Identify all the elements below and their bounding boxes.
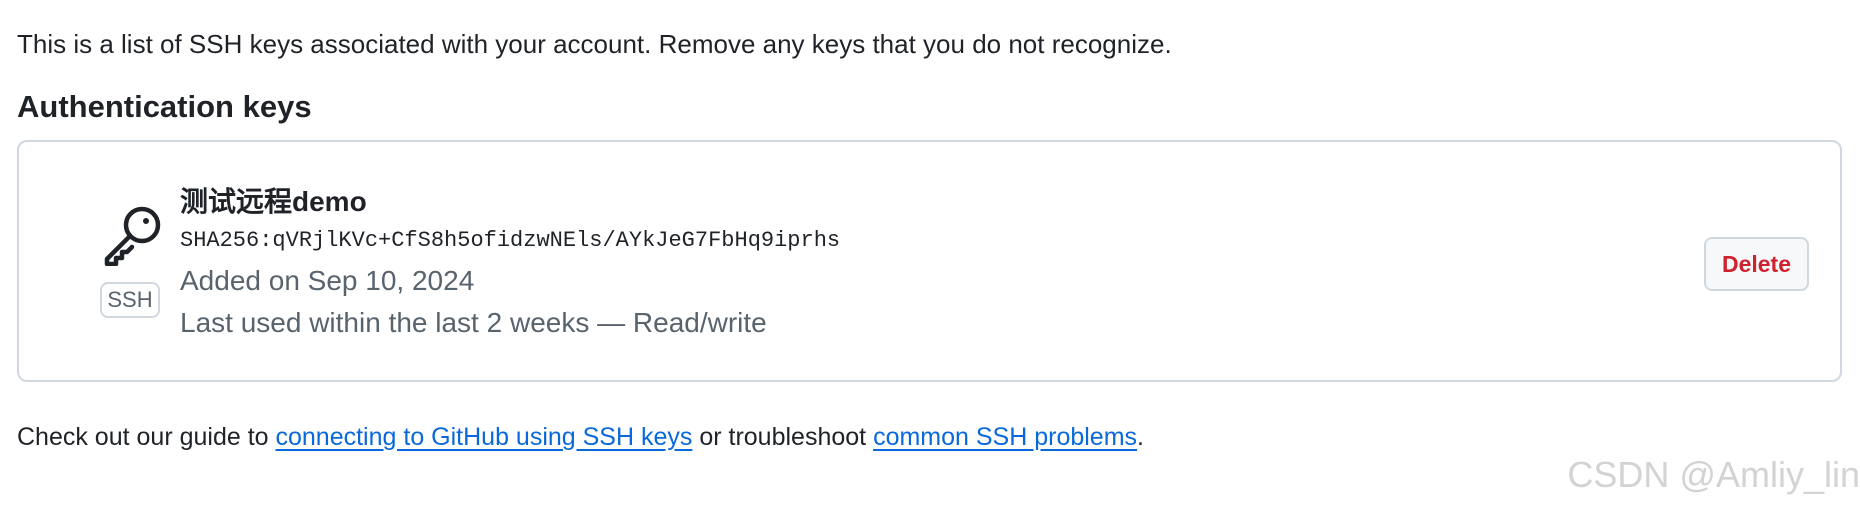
key-added-date: Added on Sep 10, 2024 [180,265,475,296]
delete-key-button[interactable]: Delete [1704,237,1809,291]
key-icon [104,206,161,266]
section-heading: Authentication keys [17,89,312,124]
key-fingerprint: SHA256:qVRjlKVc+CfS8h5ofidzwNEls/AYkJeG7… [180,228,841,253]
ssh-key-item: SSH 测试远程demo SHA256:qVRjlKVc+CfS8h5ofidz… [17,140,1842,382]
key-title: 测试远程demo [180,186,367,217]
footer-prefix: Check out our guide to [17,423,276,451]
ssh-guide-link[interactable]: connecting to GitHub using SSH keys [276,423,693,451]
watermark: CSDN @Amliy_lin [1567,454,1860,495]
ssh-type-badge: SSH [100,282,160,318]
footer-middle: or troubleshoot [692,423,874,451]
intro-text: This is a list of SSH keys associated wi… [17,29,1172,59]
footer-suffix: . [1137,423,1144,451]
key-last-used: Last used within the last 2 weeks — Read… [180,307,767,338]
key-icon-column: SSH [83,202,173,332]
key-details: 测试远程demo SHA256:qVRjlKVc+CfS8h5ofidzwNEl… [180,182,840,344]
footer-help-text: Check out our guide to connecting to Git… [17,417,1144,457]
ssh-problems-link[interactable]: common SSH problems [873,423,1137,451]
